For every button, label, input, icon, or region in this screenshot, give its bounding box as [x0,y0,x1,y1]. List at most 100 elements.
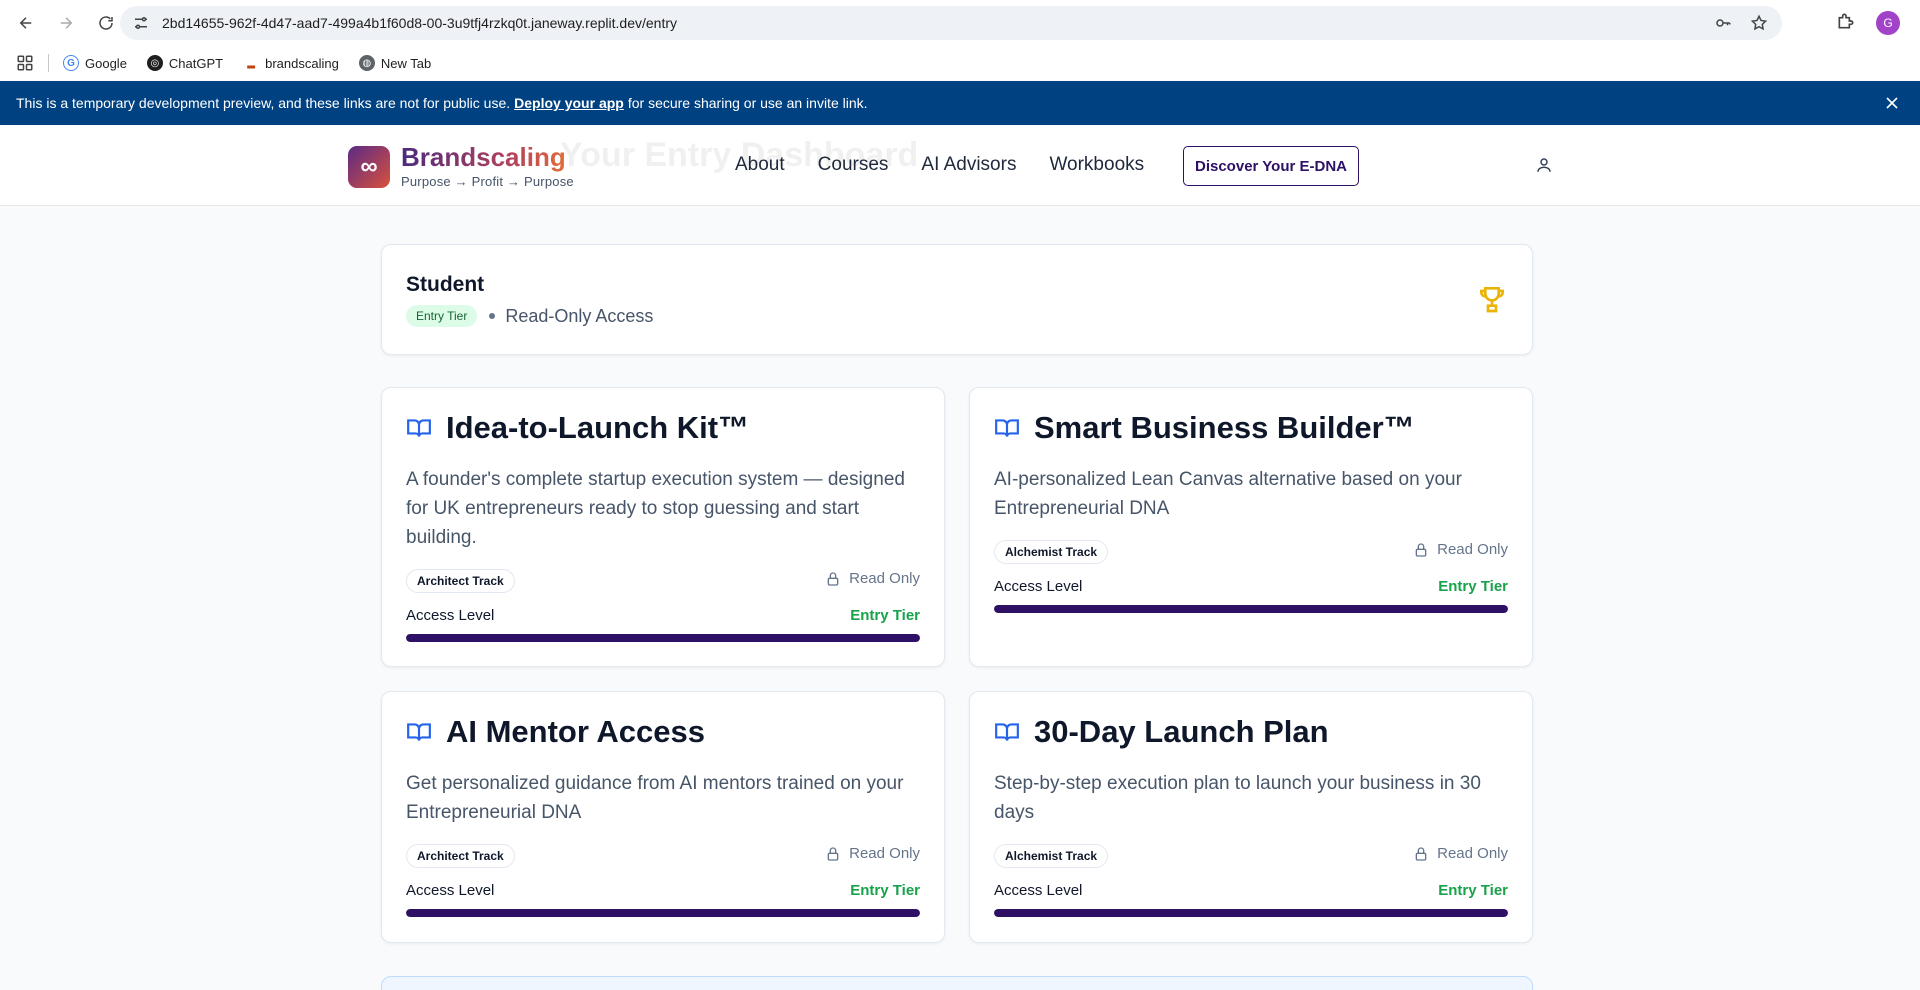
reload-button[interactable] [88,5,124,41]
bookmark-star-icon[interactable] [1750,14,1768,32]
globe-icon: ◍ [358,55,375,71]
track-badge: Architect Track [406,569,515,593]
lock-icon [1415,542,1427,557]
tier-row: Entry Tier Read-Only Access [406,305,653,327]
read-only-label: Read Only [849,570,920,587]
tier-badge: Entry Tier [406,305,478,327]
brand-name[interactable]: Brandscaling [401,142,566,173]
profile-avatar[interactable]: G [1876,11,1900,35]
read-only-label: Read Only [849,845,920,862]
progress-fill [406,634,920,642]
bookmark-label: Google [85,55,127,71]
dev-preview-banner: This is a temporary development preview,… [0,81,1920,125]
card-title: Idea-to-Launch Kit™ [446,410,750,445]
lock-icon [827,571,839,586]
access-level-value: Entry Tier [850,882,920,899]
separator-dot [489,313,496,319]
card-title: 30-Day Launch Plan [1034,714,1329,749]
card-description: Step-by-step execution plan to launch yo… [994,773,1481,823]
banner-text-after: for secure sharing or use an invite link… [627,95,868,111]
book-open-icon [407,419,431,437]
read-only-status: Read Only [1413,845,1508,862]
bookmark-chatgpt[interactable]: ◎ ChatGPT [146,55,223,71]
resource-card-30-day-launch-plan[interactable]: 30-Day Launch Plan Step-by-step executio… [969,691,1533,943]
bookmark-new-tab[interactable]: ◍ New Tab [358,55,432,71]
back-button[interactable] [8,5,44,41]
student-status-card: Student Entry Tier Read-Only Access [381,244,1533,355]
card-description: AI-personalized Lean Canvas alternative … [994,469,1462,519]
next-section-card [381,976,1533,990]
arrow-right-icon [60,17,73,29]
access-text: Read-Only Access [505,305,654,326]
main-nav: About Courses AI Advisors Workbooks [735,154,1144,176]
access-level-label: Access Level [406,882,495,899]
lock-icon [1415,846,1427,861]
access-progress-bar [994,909,1508,917]
bookmark-brandscaling[interactable]: ▂ brandscaling [243,55,339,71]
apps-grid-icon[interactable] [16,54,34,72]
resource-card-ai-mentor-access[interactable]: AI Mentor Access Get personalized guidan… [381,691,945,943]
track-badge: Alchemist Track [994,540,1109,564]
bookmark-google[interactable]: G Google [63,55,127,71]
track-badge: Alchemist Track [994,844,1109,868]
access-level-label: Access Level [994,882,1083,899]
site-header: Your Entry Dashboard ∞ Brandscaling Purp… [0,126,1920,206]
book-open-icon [995,419,1019,437]
read-only-status: Read Only [825,570,920,587]
access-level-value: Entry Tier [850,607,920,624]
deploy-link[interactable]: Deploy your app [514,95,624,111]
banner-text: This is a temporary development preview,… [16,95,511,111]
puzzle-icon [1838,13,1854,28]
read-only-status: Read Only [825,845,920,862]
access-level-value: Entry Tier [1438,578,1508,595]
forward-button[interactable] [48,5,84,41]
browser-toolbar: 2bd14655-962f-4d47-aad7-499a4b1f60d8-00-… [0,0,1920,46]
arrow-left-icon [19,17,32,29]
access-level-value: Entry Tier [1438,882,1508,899]
read-only-label: Read Only [1437,845,1508,862]
discover-edna-button[interactable]: Discover Your E-DNA [1183,146,1359,186]
close-icon[interactable] [1882,93,1902,113]
bookmark-label: brandscaling [265,55,339,71]
card-title-row: Smart Business Builder™ [994,410,1415,446]
bookmarks-bar: G Google ◎ ChatGPT ▂ brandscaling ◍ New … [0,46,1920,80]
access-progress-bar [994,605,1508,613]
resource-card-smart-business-builder[interactable]: Smart Business Builder™ AI-personalized … [969,387,1533,667]
address-bar[interactable]: 2bd14655-962f-4d47-aad7-499a4b1f60d8-00-… [120,6,1782,40]
reload-icon [99,16,113,30]
infinity-logo-icon[interactable]: ∞ [348,146,390,188]
bookmarks-separator [48,54,49,72]
card-title: AI Mentor Access [446,714,705,749]
password-key-icon[interactable] [1714,14,1732,32]
trophy-icon [1480,287,1504,313]
url-text[interactable]: 2bd14655-962f-4d47-aad7-499a4b1f60d8-00-… [162,15,677,31]
chatgpt-icon: ◎ [146,55,163,71]
bookmark-label: New Tab [380,55,432,71]
card-title-row: 30-Day Launch Plan [994,714,1329,750]
access-level-label: Access Level [994,578,1083,595]
progress-fill [994,909,1508,917]
user-icon[interactable] [1535,156,1553,174]
track-badge: Architect Track [406,844,515,868]
read-only-label: Read Only [1437,541,1508,558]
resource-card-idea-to-launch[interactable]: Idea-to-Launch Kit™ A founder's complete… [381,387,945,667]
site-info-icon[interactable] [132,14,150,32]
role-title: Student [406,273,485,296]
access-progress-bar [406,909,920,917]
progress-fill [994,605,1508,613]
lock-icon [827,846,839,861]
nav-about[interactable]: About [735,154,785,176]
card-description: A founder's complete startup execution s… [406,469,905,548]
card-title-row: Idea-to-Launch Kit™ [406,410,749,446]
book-open-icon [407,723,431,741]
card-title: Smart Business Builder™ [1034,410,1415,445]
extensions-button[interactable] [1836,11,1856,36]
brandscaling-favicon: ▂ [247,57,255,69]
nav-courses[interactable]: Courses [818,154,889,176]
card-description: Get personalized guidance from AI mentor… [406,773,904,823]
brand-tagline: Purpose → Profit → Purpose [401,174,574,189]
nav-workbooks[interactable]: Workbooks [1049,154,1144,176]
nav-ai-advisors[interactable]: AI Advisors [921,154,1016,176]
book-open-icon [995,723,1019,741]
access-level-label: Access Level [406,607,495,624]
